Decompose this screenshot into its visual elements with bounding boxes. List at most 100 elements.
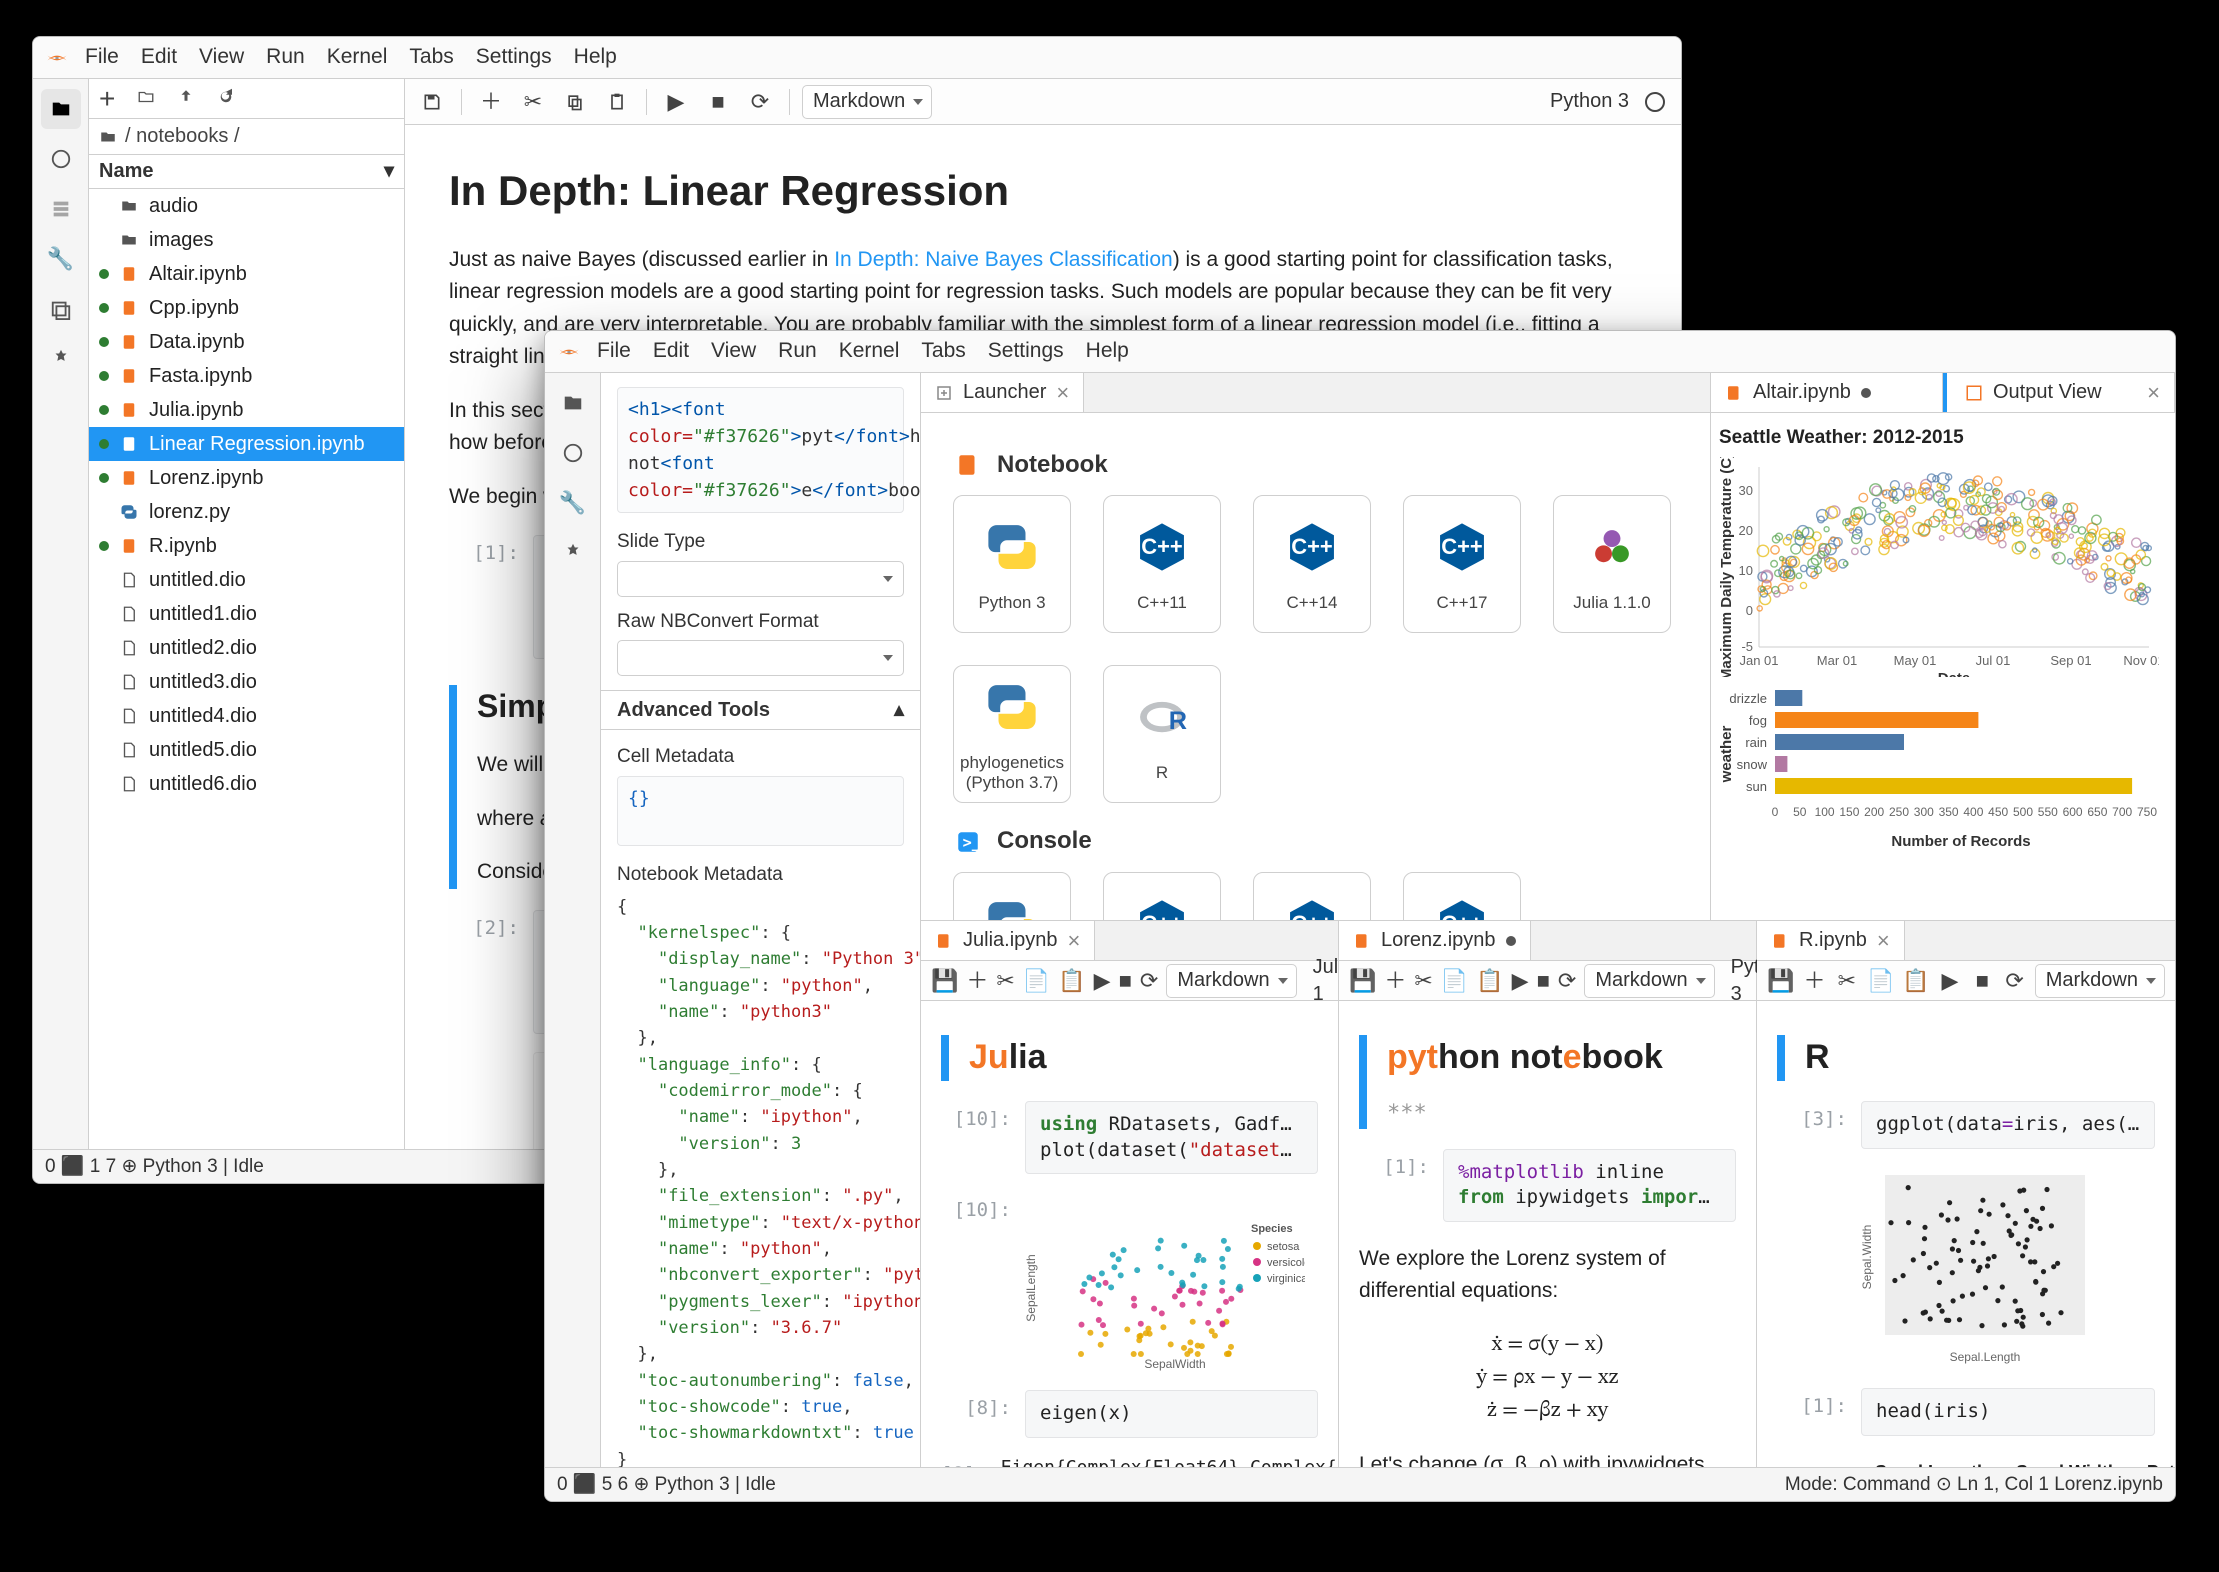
- run-icon[interactable]: ▶: [659, 85, 693, 119]
- tabs-rail-icon[interactable]: [41, 289, 81, 329]
- cell-type-dropdown[interactable]: Markdown: [2035, 964, 2165, 998]
- close-icon[interactable]: ×: [1068, 926, 1081, 956]
- launcher-card[interactable]: C++C++17: [1403, 872, 1521, 920]
- insert-cell-icon[interactable]: ＋: [474, 85, 508, 119]
- paste-icon[interactable]: [600, 85, 634, 119]
- launcher-card[interactable]: C++C++11: [1103, 495, 1221, 633]
- cell-type-dropdown[interactable]: Markdown: [1166, 964, 1296, 998]
- menu-help[interactable]: Help: [574, 43, 617, 71]
- file-item[interactable]: R.ipynb: [89, 529, 404, 563]
- file-item[interactable]: untitled2.dio: [89, 631, 404, 665]
- extensions-rail-icon[interactable]: [553, 533, 593, 573]
- stop-icon[interactable]: ■: [1119, 964, 1132, 998]
- restart-icon[interactable]: ⟳: [1558, 964, 1576, 998]
- file-item[interactable]: Linear Regression.ipynb: [89, 427, 404, 461]
- file-item[interactable]: untitled3.dio: [89, 665, 404, 699]
- launcher-card[interactable]: phylogenetics (Python 3.7): [953, 665, 1071, 803]
- new-folder-icon[interactable]: [137, 84, 155, 114]
- file-item[interactable]: images: [89, 223, 404, 257]
- code-cell[interactable]: [1]: head(iris): [1777, 1388, 2155, 1436]
- refresh-icon[interactable]: [217, 84, 235, 114]
- cut-icon[interactable]: ✂: [1414, 964, 1432, 998]
- cell-type-dropdown[interactable]: Markdown: [802, 85, 932, 119]
- code-cell[interactable]: [3]: ggplot(data=iris, aes(x=Sepal.Len: [1777, 1101, 2155, 1149]
- menu-run[interactable]: Run: [266, 43, 305, 71]
- file-item[interactable]: untitled4.dio: [89, 699, 404, 733]
- menu-help[interactable]: Help: [1086, 337, 1129, 365]
- launcher-card[interactable]: Python 3: [953, 872, 1071, 920]
- new-launcher-button[interactable]: +: [99, 85, 115, 113]
- launcher-card[interactable]: RR: [1103, 665, 1221, 803]
- file-item[interactable]: lorenz.py: [89, 495, 404, 529]
- naive-bayes-link[interactable]: In Depth: Naive Bayes Classification: [834, 248, 1173, 271]
- file-item[interactable]: Altair.ipynb: [89, 257, 404, 291]
- copy-icon[interactable]: 📄: [1441, 964, 1468, 998]
- tab-lorenz[interactable]: Lorenz.ipynb: [1339, 921, 1531, 960]
- file-item[interactable]: Cpp.ipynb: [89, 291, 404, 325]
- file-item[interactable]: Data.ipynb: [89, 325, 404, 359]
- insert-cell-icon[interactable]: ＋: [1384, 964, 1406, 998]
- menu-run[interactable]: Run: [778, 337, 817, 365]
- tab-launcher[interactable]: Launcher ×: [921, 373, 1084, 412]
- file-list-header[interactable]: Name ▾: [89, 155, 404, 189]
- copy-icon[interactable]: [558, 85, 592, 119]
- upload-icon[interactable]: [177, 84, 195, 114]
- advanced-tools-header[interactable]: Advanced Tools▴: [601, 690, 920, 730]
- menu-kernel[interactable]: Kernel: [327, 43, 388, 71]
- launcher-card[interactable]: C++C++11: [1103, 872, 1221, 920]
- restart-icon[interactable]: ⟳: [743, 85, 777, 119]
- insert-cell-icon[interactable]: ＋: [1802, 964, 1826, 998]
- breadcrumb[interactable]: / notebooks /: [89, 119, 404, 155]
- close-icon[interactable]: ×: [2147, 378, 2160, 408]
- menu-file[interactable]: File: [85, 43, 119, 71]
- notebook-metadata-editor[interactable]: { "kernelspec": { "display_name": "Pytho…: [617, 894, 904, 1467]
- file-item[interactable]: audio: [89, 189, 404, 223]
- paste-icon[interactable]: 📋: [1058, 964, 1085, 998]
- running-rail-icon[interactable]: [553, 433, 593, 473]
- restart-icon[interactable]: ⟳: [2002, 964, 2026, 998]
- cut-icon[interactable]: ✂: [1835, 964, 1859, 998]
- menu-edit[interactable]: Edit: [141, 43, 177, 71]
- menu-edit[interactable]: Edit: [653, 337, 689, 365]
- tab-r[interactable]: R.ipynb×: [1757, 921, 1905, 960]
- insert-cell-icon[interactable]: ＋: [966, 964, 988, 998]
- tab-output-view[interactable]: Output View ×: [1943, 373, 2175, 412]
- file-item[interactable]: untitled.dio: [89, 563, 404, 597]
- menu-kernel[interactable]: Kernel: [839, 337, 900, 365]
- tab-altair[interactable]: Altair.ipynb: [1711, 373, 1943, 412]
- menu-settings[interactable]: Settings: [476, 43, 552, 71]
- run-icon[interactable]: ▶: [1938, 964, 1962, 998]
- settings-rail-icon[interactable]: 🔧: [553, 483, 593, 523]
- paste-icon[interactable]: 📋: [1476, 964, 1503, 998]
- file-item[interactable]: Fasta.ipynb: [89, 359, 404, 393]
- cut-icon[interactable]: ✂: [516, 85, 550, 119]
- file-item[interactable]: untitled6.dio: [89, 767, 404, 801]
- menu-view[interactable]: View: [711, 337, 756, 365]
- cell-type-dropdown[interactable]: Markdown: [1584, 964, 1714, 998]
- kernel-name[interactable]: Python 3: [1550, 88, 1629, 115]
- cut-icon[interactable]: ✂: [996, 964, 1014, 998]
- copy-icon[interactable]: 📄: [1023, 964, 1050, 998]
- stop-icon[interactable]: ■: [701, 85, 735, 119]
- file-item[interactable]: untitled5.dio: [89, 733, 404, 767]
- close-icon[interactable]: ×: [1877, 926, 1890, 956]
- menu-view[interactable]: View: [199, 43, 244, 71]
- files-rail-icon[interactable]: [553, 383, 593, 423]
- nbconvert-select[interactable]: [617, 640, 904, 676]
- paste-icon[interactable]: 📋: [1902, 964, 1929, 998]
- save-icon[interactable]: [415, 85, 449, 119]
- menu-settings[interactable]: Settings: [988, 337, 1064, 365]
- settings-rail-icon[interactable]: 🔧: [41, 239, 81, 279]
- file-item[interactable]: untitled1.dio: [89, 597, 404, 631]
- cell-metadata-editor[interactable]: {}: [617, 776, 904, 846]
- menu-file[interactable]: File: [597, 337, 631, 365]
- launcher-card[interactable]: C++C++17: [1403, 495, 1521, 633]
- close-icon[interactable]: ×: [1056, 378, 1069, 408]
- run-icon[interactable]: ▶: [1512, 964, 1529, 998]
- file-item[interactable]: Lorenz.ipynb: [89, 461, 404, 495]
- stop-icon[interactable]: ■: [1537, 964, 1550, 998]
- code-cell[interactable]: [1]: %matplotlib inline from ipywidgets …: [1359, 1149, 1736, 1222]
- commands-rail-icon[interactable]: [41, 189, 81, 229]
- file-item[interactable]: Julia.ipynb: [89, 393, 404, 427]
- restart-icon[interactable]: ⟳: [1140, 964, 1158, 998]
